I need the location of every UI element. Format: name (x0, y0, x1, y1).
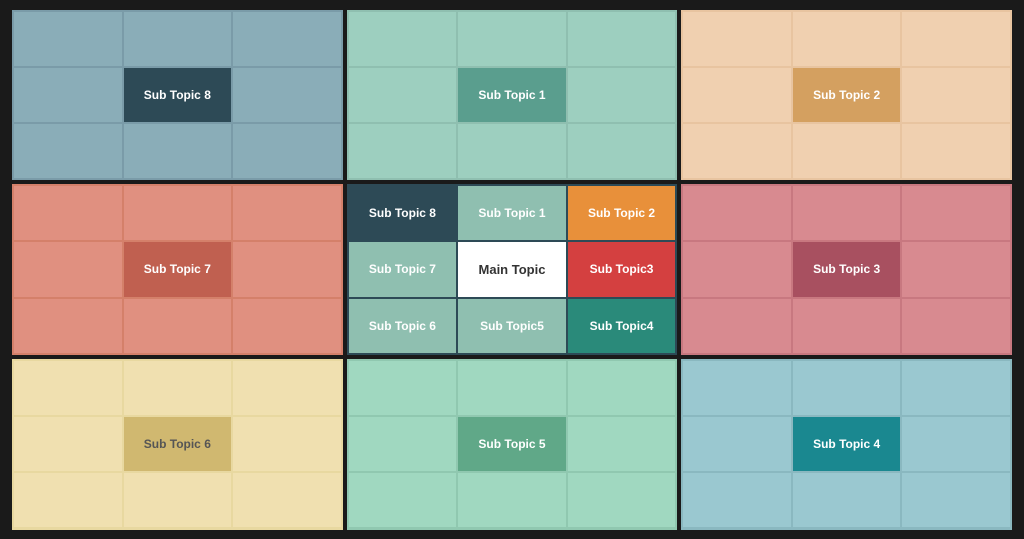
cell-7-9 (233, 473, 341, 527)
cell-9-2 (793, 361, 901, 415)
p5-subtopic6: Sub Topic 6 (349, 299, 457, 353)
cell-6-4 (683, 242, 791, 296)
subtopic3-label: Sub Topic 3 (793, 242, 901, 296)
cell-9-3 (902, 361, 1010, 415)
panel-7: Sub Topic 6 (12, 359, 343, 530)
cell-6-7 (683, 299, 791, 353)
panel-5-main: Sub Topic 8 Sub Topic 1 Sub Topic 2 Sub … (347, 184, 678, 355)
cell-9-6 (902, 417, 1010, 471)
panel-8: Sub Topic 5 (347, 359, 678, 530)
cell-7-8 (124, 473, 232, 527)
cell-8-3 (568, 361, 676, 415)
cell-1-6 (233, 68, 341, 122)
cell-4-2 (124, 186, 232, 240)
panel-1: Sub Topic 8 (12, 10, 343, 181)
subtopic6-label: Sub Topic 6 (124, 417, 232, 471)
panel-9: Sub Topic 4 (681, 359, 1012, 530)
cell-2-2 (458, 12, 566, 66)
cell-6-2 (793, 186, 901, 240)
p5-subtopic2: Sub Topic 2 (568, 186, 676, 240)
cell-2-8 (458, 124, 566, 178)
cell-7-4 (14, 417, 122, 471)
cell-3-8 (793, 124, 901, 178)
cell-3-4 (683, 68, 791, 122)
p5-subtopic4: Sub Topic4 (568, 299, 676, 353)
panel-3: Sub Topic 2 (681, 10, 1012, 181)
subtopic5-label: Sub Topic 5 (458, 417, 566, 471)
cell-4-3 (233, 186, 341, 240)
panel-4: Sub Topic 7 (12, 184, 343, 355)
cell-1-3 (233, 12, 341, 66)
subtopic8-label: Sub Topic 8 (124, 68, 232, 122)
cell-8-8 (458, 473, 566, 527)
cell-4-8 (124, 299, 232, 353)
p5-subtopic3: Sub Topic3 (568, 242, 676, 296)
cell-1-1 (14, 12, 122, 66)
cell-3-9 (902, 124, 1010, 178)
cell-6-8 (793, 299, 901, 353)
cell-3-7 (683, 124, 791, 178)
cell-2-1 (349, 12, 457, 66)
cell-1-2 (124, 12, 232, 66)
p5-subtopic1: Sub Topic 1 (458, 186, 566, 240)
cell-2-9 (568, 124, 676, 178)
p5-subtopic7: Sub Topic 7 (349, 242, 457, 296)
cell-2-3 (568, 12, 676, 66)
cell-4-4 (14, 242, 122, 296)
cell-6-1 (683, 186, 791, 240)
cell-9-7 (683, 473, 791, 527)
subtopic7-label: Sub Topic 7 (124, 242, 232, 296)
cell-2-7 (349, 124, 457, 178)
cell-9-9 (902, 473, 1010, 527)
subtopic2-label: Sub Topic 2 (793, 68, 901, 122)
subtopic1-label: Sub Topic 1 (458, 68, 566, 122)
cell-1-8 (124, 124, 232, 178)
cell-8-1 (349, 361, 457, 415)
p5-maintopic: Main Topic (458, 242, 566, 296)
cell-9-1 (683, 361, 791, 415)
cell-4-7 (14, 299, 122, 353)
cell-3-3 (902, 12, 1010, 66)
cell-6-9 (902, 299, 1010, 353)
cell-1-9 (233, 124, 341, 178)
panel-6: Sub Topic 3 (681, 184, 1012, 355)
cell-2-4 (349, 68, 457, 122)
main-grid: Sub Topic 8 Sub Topic 1 Sub Topic 2 Su (12, 10, 1012, 530)
p5-subtopic5: Sub Topic5 (458, 299, 566, 353)
cell-8-6 (568, 417, 676, 471)
cell-2-6 (568, 68, 676, 122)
cell-7-7 (14, 473, 122, 527)
cell-3-6 (902, 68, 1010, 122)
cell-4-1 (14, 186, 122, 240)
p5-subtopic8: Sub Topic 8 (349, 186, 457, 240)
cell-4-9 (233, 299, 341, 353)
cell-9-8 (793, 473, 901, 527)
subtopic4-label: Sub Topic 4 (793, 417, 901, 471)
cell-7-3 (233, 361, 341, 415)
cell-7-1 (14, 361, 122, 415)
cell-6-6 (902, 242, 1010, 296)
panel-2: Sub Topic 1 (347, 10, 678, 181)
cell-1-7 (14, 124, 122, 178)
cell-3-1 (683, 12, 791, 66)
cell-6-3 (902, 186, 1010, 240)
cell-9-4 (683, 417, 791, 471)
cell-7-2 (124, 361, 232, 415)
cell-3-2 (793, 12, 901, 66)
cell-8-4 (349, 417, 457, 471)
cell-4-6 (233, 242, 341, 296)
cell-8-9 (568, 473, 676, 527)
cell-7-6 (233, 417, 341, 471)
cell-8-7 (349, 473, 457, 527)
cell-1-4 (14, 68, 122, 122)
cell-8-2 (458, 361, 566, 415)
